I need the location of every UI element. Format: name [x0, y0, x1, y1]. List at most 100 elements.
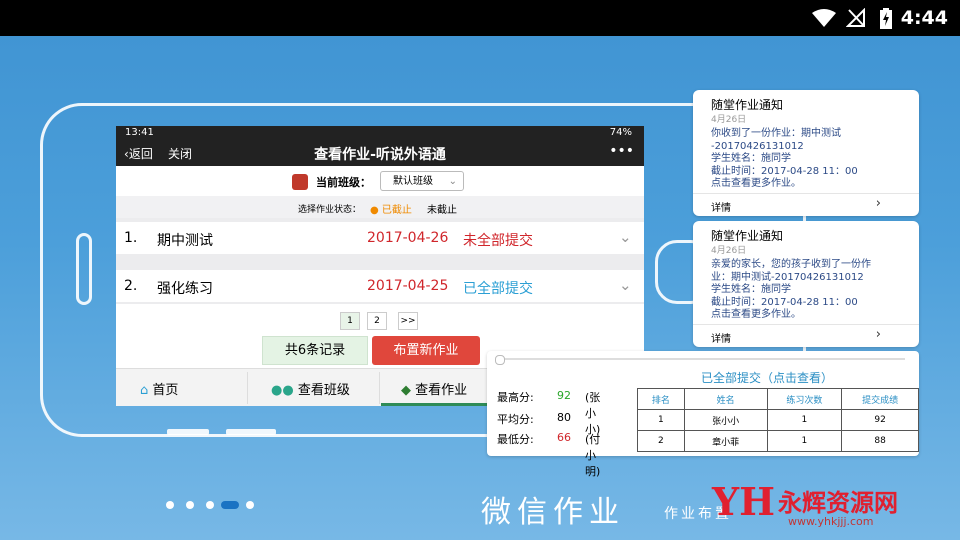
page-title: 查看作业-听说外语通	[314, 147, 446, 163]
detail-label: 详情	[711, 203, 731, 214]
notification-detail-link[interactable]: 详情 ›	[693, 324, 919, 347]
filter-option-open[interactable]: 未截止	[427, 201, 457, 216]
page-button-1[interactable]: 1	[340, 312, 360, 330]
table-cell: 92	[841, 409, 919, 431]
new-homework-button[interactable]: 布置新作业	[372, 336, 480, 365]
phone-status-bar: 13:41 74%	[116, 126, 644, 140]
home-icon: ⌂	[140, 383, 149, 398]
phone-battery: 74%	[609, 127, 632, 138]
class-label: 当前班级：	[316, 176, 371, 189]
min-score-student: (付小明)	[585, 433, 601, 478]
homework-status: 已全部提交	[463, 281, 533, 297]
avg-score-value: 80	[557, 411, 571, 424]
table-cell: 1	[637, 409, 685, 431]
chevron-down-icon[interactable]: ⌄	[619, 276, 632, 294]
device-clock: 4:44	[900, 7, 948, 29]
chevron-right-icon: ›	[875, 196, 881, 211]
table-row[interactable]: 2 章小菲 1 88	[637, 430, 919, 452]
max-score-student: (张小小)	[585, 391, 601, 436]
notification-detail-link[interactable]: 详情 ›	[693, 193, 919, 216]
tab-homework[interactable]: ◆ 查看作业	[401, 379, 467, 398]
avg-score-label: 平均分:	[497, 413, 534, 426]
divider	[116, 254, 644, 270]
phone-time: 13:41	[125, 127, 154, 138]
carousel-dot-active[interactable]	[221, 501, 239, 509]
notification-body: 你收到了一份作业：期中测试 -20170426131012 学生姓名：施同学 截…	[711, 128, 858, 189]
tab-homework-label: 查看作业	[415, 383, 468, 398]
device-status-bar: 4:44	[0, 0, 960, 36]
max-score-value: 92	[557, 389, 571, 402]
class-select-value: 默认班级	[393, 176, 433, 187]
table-cell: 2	[637, 430, 685, 452]
page-button-2[interactable]: 2	[367, 312, 387, 330]
wifi-icon	[812, 9, 836, 27]
table-cell: 1	[766, 430, 843, 452]
tab-classes-label: 查看班级	[297, 383, 350, 398]
max-score-label: 最高分:	[497, 391, 534, 404]
divider	[116, 302, 644, 304]
notification-date: 4月26日	[711, 115, 747, 125]
carousel-dot[interactable]	[206, 501, 214, 509]
column-header: 姓名	[683, 388, 768, 410]
watermark-logo: YH	[712, 479, 776, 524]
tab-classes[interactable]: ●● 查看班级	[271, 379, 350, 398]
chevron-down-icon[interactable]: ⌄	[619, 228, 632, 246]
homework-date: 2017-04-26	[367, 230, 449, 246]
avg-score-row: 平均分: 80	[497, 411, 571, 427]
carousel-dot[interactable]	[246, 501, 254, 509]
phone-speaker	[76, 233, 92, 305]
column-header: 练习次数	[766, 388, 843, 410]
class-icon	[292, 174, 308, 190]
notification-card[interactable]: 随堂作业通知 4月26日 你收到了一份作业：期中测试 -201704261310…	[693, 90, 919, 216]
table-row[interactable]: 1 张小小 1 92	[637, 409, 919, 431]
table-header-row: 排名 姓名 练习次数 提交成绩	[637, 388, 919, 410]
notification-card[interactable]: 随堂作业通知 4月26日 亲爱的家长，您的孩子收到了一份作 业：期中测试-201…	[693, 221, 919, 347]
carousel-dot[interactable]	[166, 501, 174, 509]
filter-option-closed[interactable]: ● 已截止	[370, 201, 412, 216]
battery-charging-icon	[880, 8, 892, 29]
max-score-row: 最高分: 92 (张小小)	[497, 389, 600, 436]
filter-label: 选择作业状态：	[298, 205, 362, 215]
homework-row[interactable]: 1. 期中测试 2017-04-26 未全部提交 ⌄	[116, 222, 644, 254]
slider-handle[interactable]	[495, 355, 505, 365]
table-cell: 88	[841, 430, 919, 452]
table-cell: 1	[766, 409, 843, 431]
status-filter-row: 选择作业状态： ● 已截止 未截止	[116, 196, 644, 218]
homework-number: 1.	[124, 230, 138, 246]
homework-status: 未全部提交	[463, 233, 533, 249]
class-select[interactable]: 默认班级 ⌄	[380, 171, 464, 191]
chevron-right-icon: ›	[875, 327, 881, 342]
more-menu-button[interactable]: •••	[609, 143, 634, 159]
table-cell: 张小小	[683, 409, 768, 431]
group-icon: ●●	[271, 383, 294, 398]
homework-date: 2017-04-25	[367, 278, 449, 294]
column-header: 排名	[637, 388, 685, 410]
notification-title: 随堂作业通知	[711, 229, 784, 243]
watermark-name: 永辉资源网	[778, 489, 898, 517]
homework-name: 强化练习	[157, 281, 213, 297]
record-count: 共6条记录	[262, 336, 368, 365]
notification-body: 亲爱的家长，您的孩子收到了一份作 业：期中测试-20170426131012 学…	[711, 259, 871, 320]
submission-table-title[interactable]: 已全部提交（点击查看）	[701, 369, 833, 386]
no-signal-icon	[846, 8, 865, 27]
min-score-row: 最低分: 66 (付小明)	[497, 431, 600, 478]
homework-number: 2.	[124, 278, 138, 294]
phone-side-button	[167, 429, 209, 435]
table-cell: 章小菲	[683, 430, 768, 452]
phone-side-button	[226, 429, 276, 435]
homework-name: 期中测试	[157, 233, 213, 249]
column-header: 提交成绩	[841, 388, 919, 410]
phone-nav-bar: ‹返回 关闭 查看作业-听说外语通 •••	[116, 140, 644, 166]
min-score-value: 66	[557, 431, 571, 444]
divider	[247, 372, 248, 404]
page-button-next[interactable]: >>	[398, 312, 418, 330]
active-tab-indicator	[381, 403, 491, 406]
homework-row[interactable]: 2. 强化练习 2017-04-25 已全部提交 ⌄	[116, 270, 644, 302]
class-selector-row: 当前班级： 默认班级 ⌄	[116, 166, 644, 196]
carousel-dot[interactable]	[186, 501, 194, 509]
divider	[379, 372, 380, 404]
watermark-url: www.yhkjjj.com	[788, 515, 874, 528]
chevron-down-icon: ⌄	[448, 176, 457, 187]
tab-home[interactable]: ⌂ 首页	[140, 379, 178, 398]
footer-title: 微信作业	[481, 495, 625, 530]
